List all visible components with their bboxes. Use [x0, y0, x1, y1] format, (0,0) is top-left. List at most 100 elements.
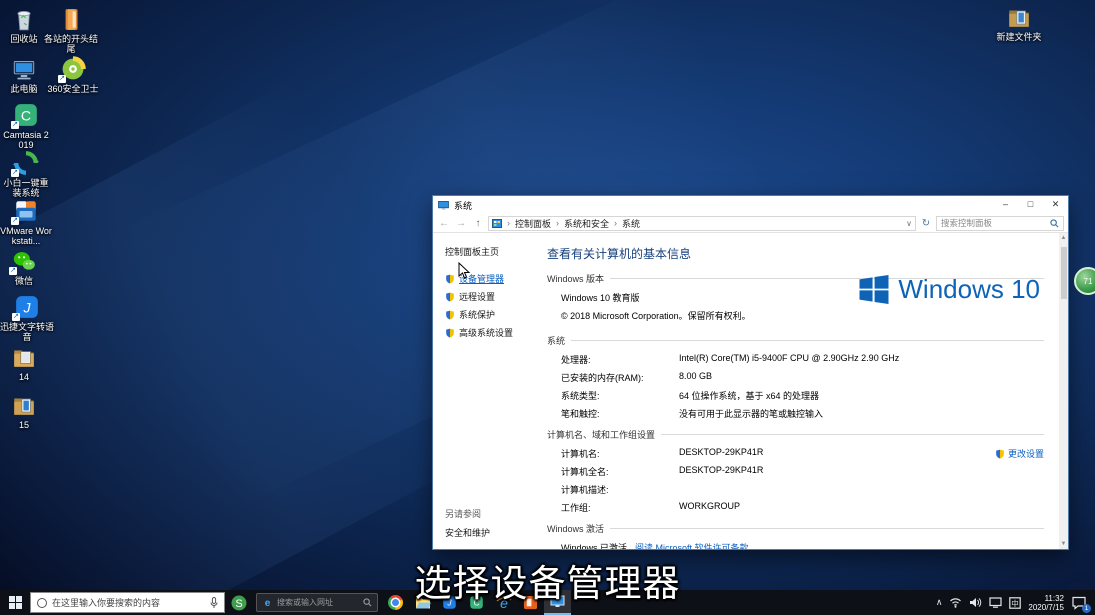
- crumb-separator: ›: [612, 218, 619, 228]
- windows-flag-icon: [858, 275, 890, 304]
- row-label: 笔和触控:: [561, 407, 679, 420]
- 360-speed-ball[interactable]: 71: [1074, 267, 1095, 295]
- row-value: DESKTOP-29KP41R: [679, 465, 763, 478]
- desktop-icon-xiaobai-reinstall[interactable]: ↗ 小白一键重装系统: [0, 150, 52, 198]
- vertical-scrollbar[interactable]: ▲ ▼: [1059, 233, 1068, 549]
- shortcut-arrow-icon: ↗: [11, 121, 19, 129]
- window-title: 系统: [454, 199, 993, 212]
- row-label: 已安装的内存(RAM):: [561, 371, 679, 384]
- address-bar: ← → ↑ › 控制面板 › 系统和安全 › 系统 ∨ ↻: [433, 214, 1068, 233]
- icon-label: 此电脑: [2, 84, 46, 94]
- maximize-button[interactable]: □: [1018, 196, 1043, 214]
- uac-shield-icon: [445, 328, 455, 338]
- row-label: 计算机名:: [561, 447, 679, 460]
- desktop-icon-vmware[interactable]: ↗ VMware Workstati...: [0, 198, 52, 246]
- shortcut-arrow-icon: ↗: [58, 75, 66, 83]
- section-title-activation: Windows 激活: [547, 522, 604, 535]
- row-label: 计算机描述:: [561, 483, 679, 496]
- sidebar-control-panel-home[interactable]: 控制面板主页: [445, 245, 533, 258]
- scroll-up-icon[interactable]: ▲: [1059, 235, 1068, 241]
- crumb-control-panel[interactable]: 控制面板: [515, 217, 551, 230]
- row-value: DESKTOP-29KP41R: [679, 447, 763, 460]
- sidebar-advanced-settings[interactable]: 高级系统设置: [445, 326, 533, 339]
- xunjie-tts-icon: J ↗: [14, 294, 40, 320]
- camtasia-icon: C ↗: [13, 102, 39, 128]
- crumb-separator: ›: [554, 218, 561, 228]
- forward-icon[interactable]: →: [454, 218, 468, 229]
- row-label: 处理器:: [561, 353, 679, 366]
- uac-shield-icon: [995, 449, 1005, 459]
- icon-label: VMware Workstati...: [0, 226, 52, 246]
- change-settings-link[interactable]: 更改设置: [995, 447, 1044, 460]
- window-title-bar[interactable]: 系统 – □ ✕: [433, 196, 1068, 214]
- desktop: 回收站 各站的开头结尾 此电脑 ↗ 360安全卫士 C ↗ Camtasia 2…: [0, 0, 1095, 615]
- shortcut-arrow-icon: ↗: [11, 169, 19, 177]
- control-panel-search[interactable]: [936, 216, 1064, 231]
- icon-label: 360安全卫士: [42, 84, 104, 94]
- minimize-button[interactable]: –: [993, 196, 1018, 214]
- row-value: Intel(R) Core(TM) i5-9400F CPU @ 2.90GHz…: [679, 353, 899, 366]
- back-icon[interactable]: ←: [437, 218, 451, 229]
- sidebar-remote-settings[interactable]: 远程设置: [445, 290, 533, 303]
- uac-shield-icon: [445, 310, 455, 320]
- windows10-logo: Windows 10: [858, 274, 1040, 305]
- section-title-system: 系统: [547, 334, 565, 347]
- section-title-windows-edition: Windows 版本: [547, 272, 604, 285]
- svg-text:J: J: [22, 299, 31, 315]
- svg-text:C: C: [21, 107, 31, 123]
- breadcrumb[interactable]: › 控制面板 › 系统和安全 › 系统 ∨: [488, 216, 916, 231]
- security-maintenance-link[interactable]: 安全和维护: [445, 526, 533, 539]
- crumb-system[interactable]: 系统: [622, 217, 640, 230]
- desktop-icon-new-folder[interactable]: 新建文件夹: [993, 4, 1045, 42]
- scrollbar-thumb[interactable]: [1061, 247, 1067, 299]
- this-pc-icon: [11, 56, 37, 82]
- crumb-separator: ›: [505, 218, 512, 228]
- up-icon[interactable]: ↑: [471, 218, 485, 229]
- shortcut-arrow-icon: ↗: [11, 217, 19, 225]
- shortcut-arrow-icon: ↗: [12, 313, 20, 321]
- desktop-icon-camtasia[interactable]: C ↗ Camtasia 2019: [2, 102, 50, 150]
- copyright-line: © 2018 Microsoft Corporation。保留所有权利。: [561, 309, 751, 322]
- search-input[interactable]: [941, 218, 1050, 228]
- sidebar-system-protection[interactable]: 系统保护: [445, 308, 533, 321]
- desktop-icon-folder-15[interactable]: 15: [2, 392, 46, 430]
- license-terms-link[interactable]: 阅读 Microsoft 软件许可条款: [635, 541, 749, 549]
- close-button[interactable]: ✕: [1043, 196, 1068, 214]
- desktop-icon-folder-14[interactable]: 14: [2, 344, 46, 382]
- mouse-cursor: [458, 262, 471, 280]
- page-title: 查看有关计算机的基本信息: [547, 245, 1044, 262]
- see-also-heading: 另请参阅: [445, 507, 533, 520]
- search-icon: [1050, 219, 1059, 228]
- desktop-icon-wechat[interactable]: ↗ 微信: [2, 248, 46, 286]
- scroll-down-icon[interactable]: ▼: [1059, 541, 1068, 547]
- uac-shield-icon: [445, 274, 455, 284]
- desktop-icon-xunjie-tts[interactable]: J ↗ 迅捷文字转语音: [0, 294, 54, 342]
- crumb-system-security[interactable]: 系统和安全: [564, 217, 609, 230]
- desktop-icon-360-safe[interactable]: ↗ 360安全卫士: [42, 56, 104, 94]
- row-value: 8.00 GB: [679, 371, 712, 384]
- sidebar-item-label: 远程设置: [459, 290, 495, 303]
- window-main-content: 查看有关计算机的基本信息 Windows 版本 Windows 10 教育版 ©…: [533, 233, 1068, 549]
- refresh-icon[interactable]: ↻: [919, 218, 933, 229]
- window-sidebar: 控制面板主页 设备管理器 远程设置 系统保护 高级系统设置: [433, 233, 533, 549]
- edition-name: Windows 10 教育版: [561, 291, 640, 304]
- activation-status: Windows 已激活: [561, 541, 627, 549]
- desktop-icon-recycle-bin[interactable]: 回收站: [2, 6, 46, 44]
- folder-icon: [1006, 4, 1032, 30]
- icon-label: Camtasia 2019: [2, 130, 50, 150]
- system-window: 系统 – □ ✕ ← → ↑ › 控制面板 › 系统和安全 › 系统 ∨ ↻: [433, 196, 1068, 549]
- control-panel-icon: [492, 219, 502, 228]
- row-value: 没有可用于此显示器的笔或触控输入: [679, 407, 823, 420]
- icon-label: 小白一键重装系统: [0, 178, 52, 198]
- shortcut-arrow-icon: ↗: [9, 267, 17, 275]
- section-title-computer-name: 计算机名、域和工作组设置: [547, 428, 655, 441]
- row-value: WORKGROUP: [679, 501, 740, 514]
- icon-label: 各站的开头结尾: [42, 34, 100, 54]
- uac-shield-icon: [445, 292, 455, 302]
- row-label: 计算机全名:: [561, 465, 679, 478]
- icon-label: 回收站: [2, 34, 46, 44]
- desktop-icon-this-pc[interactable]: 此电脑: [2, 56, 46, 94]
- tutorial-subtitle: 选择设备管理器: [0, 553, 1095, 607]
- desktop-icon-folder-openings[interactable]: 各站的开头结尾: [42, 6, 100, 54]
- chevron-down-icon[interactable]: ∨: [906, 219, 912, 228]
